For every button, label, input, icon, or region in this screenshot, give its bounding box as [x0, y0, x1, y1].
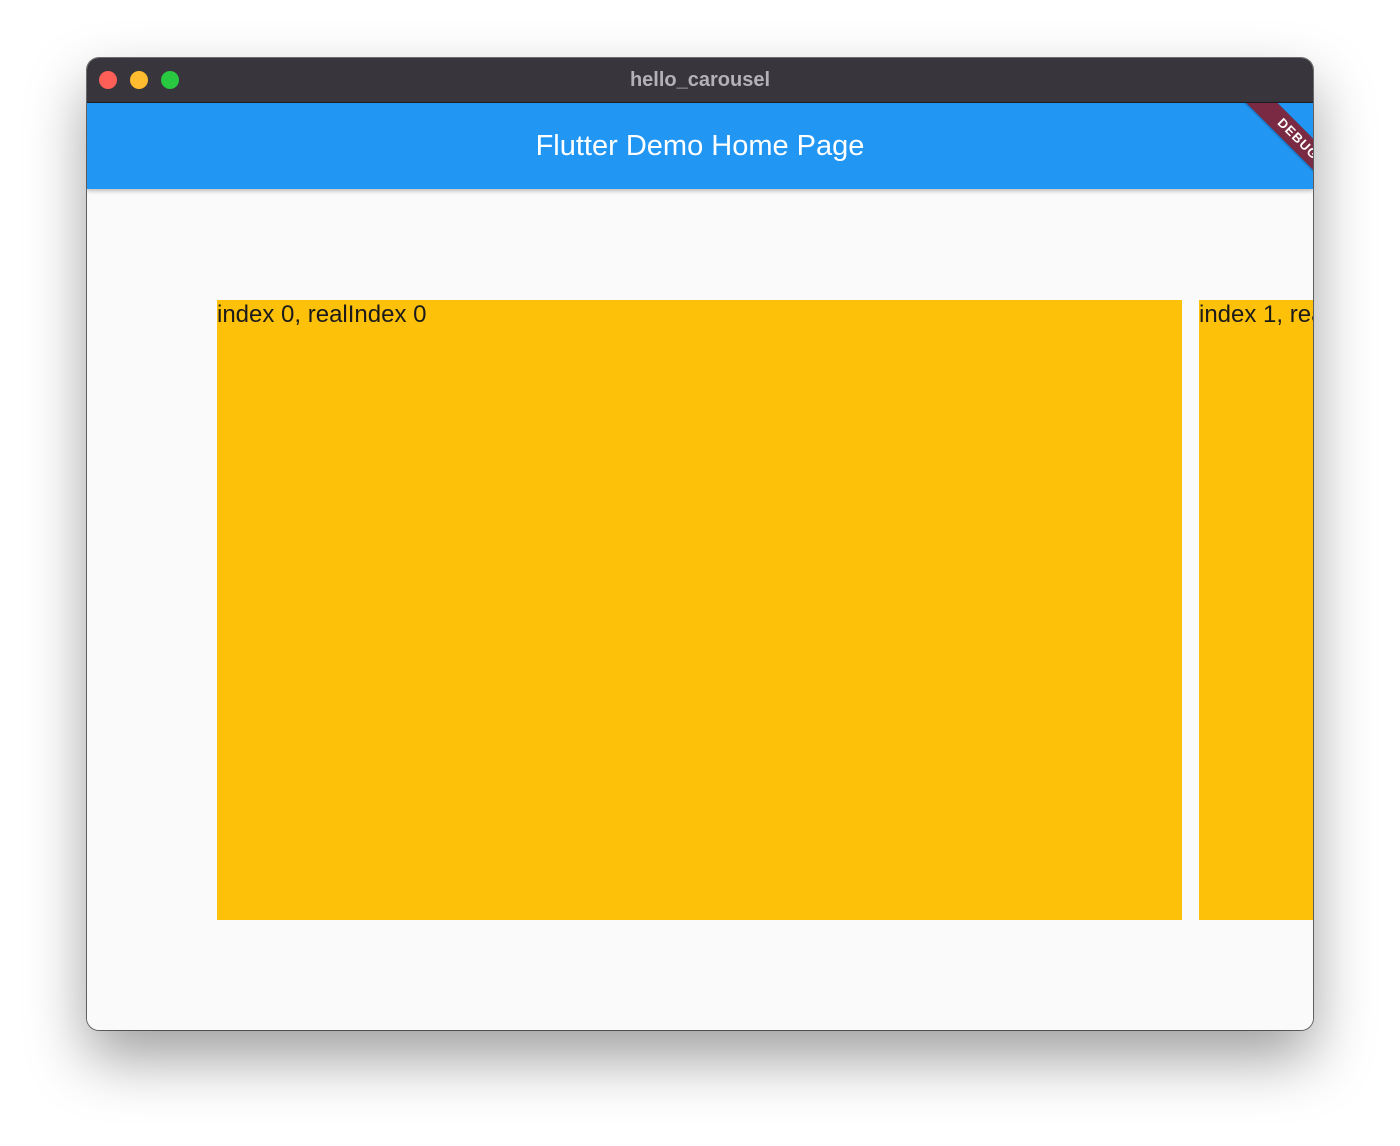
window-titlebar[interactable]: hello_carousel	[87, 58, 1313, 103]
carousel[interactable]: index 0, realIndex 0 index 1, realIndex …	[87, 189, 1313, 1030]
app-bar: Flutter Demo Home Page	[87, 103, 1313, 189]
app-window: hello_carousel Flutter Demo Home Page DE…	[87, 58, 1313, 1030]
carousel-slide[interactable]: index 1, realIndex 1	[1199, 300, 1313, 920]
page-title: Flutter Demo Home Page	[535, 130, 865, 162]
carousel-slide-label: index 0, realIndex 0	[217, 301, 427, 328]
carousel-slide-label: index 1, realIndex 1	[1199, 301, 1313, 328]
window-title: hello_carousel	[629, 69, 771, 91]
carousel-slide[interactable]: index 0, realIndex 0	[217, 300, 1182, 920]
